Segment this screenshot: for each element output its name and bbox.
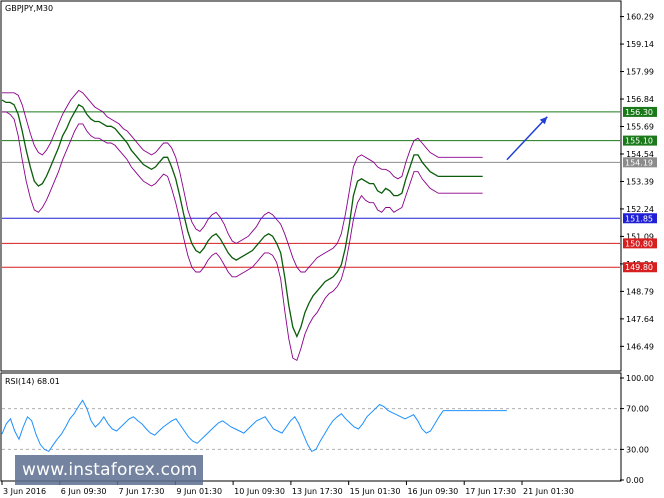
chart-canvas: GBPJPY,M30 RSI(14) 68.01 160.29 159.14 157…: [0, 0, 657, 496]
time-tick-label-1: 6 Jun 09:30: [61, 487, 107, 496]
price-tick-label-11: 147.64: [626, 315, 654, 324]
time-tick-label-2: 7 Jun 17:30: [119, 487, 165, 496]
price-tick-label-6: 153.39: [626, 177, 654, 186]
main-panel-frame: [0, 0, 622, 372]
time-tick-label-9: 21 Jun 01:30: [523, 487, 574, 496]
level-tag-label-4: 150.80: [625, 239, 653, 248]
price-tick-label-1: 159.14: [626, 40, 654, 49]
time-tick-label-4: 10 Jun 09:30: [234, 487, 285, 496]
rsi-title: RSI(14) 68.01: [5, 377, 60, 386]
price-tick-label-7: 152.24: [626, 205, 654, 214]
time-tick-label-3: 9 Jun 01:30: [176, 487, 222, 496]
time-tick-label-6: 15 Jun 01:30: [350, 487, 401, 496]
level-tag-label-0: 156.30: [625, 108, 653, 117]
level-tag-label-5: 149.80: [625, 263, 653, 272]
watermark-text: www.instaforex.com: [22, 460, 198, 480]
level-tag-label-2: 154.19: [625, 158, 653, 167]
price-tick-label-10: 148.79: [626, 287, 654, 296]
time-tick-label-8: 17 Jun 17:30: [465, 487, 516, 496]
level-tag-label-1: 155.10: [625, 137, 653, 146]
price-tick-label-3: 156.84: [626, 95, 654, 104]
price-tick-label-2: 157.99: [626, 68, 654, 77]
level-tag-label-3: 151.85: [625, 214, 653, 223]
chart-title: GBPJPY,M30: [5, 4, 53, 13]
rsi-tick-label-2: 30.00: [626, 445, 649, 454]
rsi-tick-label-1: 70.00: [626, 405, 649, 414]
price-axis: 160.29159.14157.99156.84155.69154.54153.…: [620, 13, 654, 351]
rsi-tick-label-0: 100.00: [626, 374, 654, 383]
price-tick-label-12: 146.49: [626, 342, 654, 351]
rsi-tick-label-3: 0.00: [626, 476, 644, 485]
time-tick-label-0: 3 Jun 2016: [3, 487, 46, 496]
time-tick-label-5: 13 Jun 17:30: [292, 487, 343, 496]
price-tick-label-0: 160.29: [626, 13, 654, 22]
time-tick-label-7: 16 Jun 09:30: [407, 487, 458, 496]
level-tags: 156.30 155.10 154.19 151.85 150.80 149.80: [623, 106, 657, 273]
price-tick-label-4: 155.69: [626, 122, 654, 131]
